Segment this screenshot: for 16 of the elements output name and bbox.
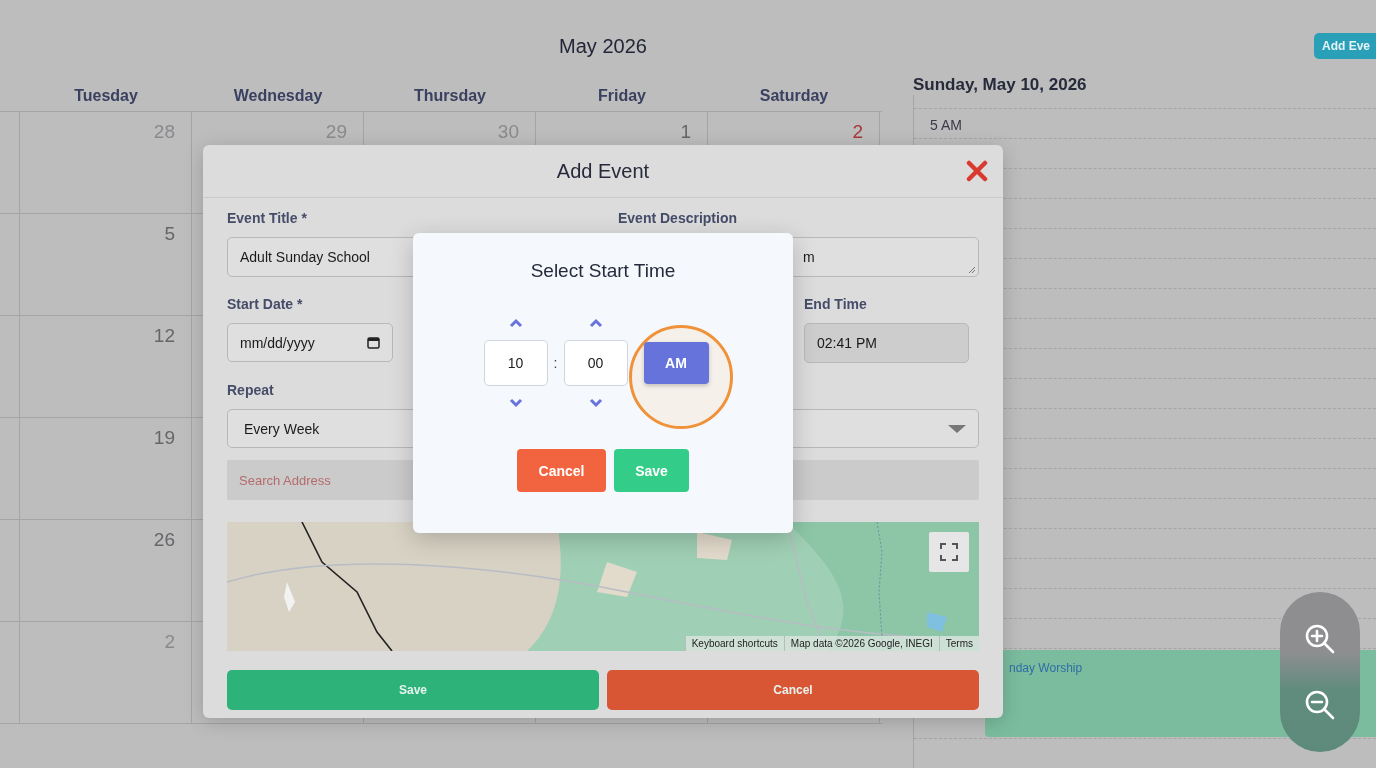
weekday-header: Friday — [598, 86, 646, 105]
time-label: 5 AM — [930, 117, 962, 133]
field-label: Start Date * — [227, 296, 304, 314]
day-title: Sunday, May 10, 2026 — [913, 75, 1088, 95]
field-label: End Time — [804, 296, 868, 314]
weekday-header: Tuesday — [74, 86, 138, 105]
weekday-header: Wednesday — [233, 86, 323, 105]
time-separator: : — [552, 355, 559, 371]
end-time-field: 02:41 PM — [804, 323, 969, 363]
field-label: Event Title * — [227, 210, 308, 228]
field-label: Repeat — [227, 382, 275, 400]
weekday-header: Saturday — [759, 86, 829, 105]
dialog-title: Add Event — [556, 159, 650, 183]
weekday-header: Thursday — [414, 86, 486, 105]
month-title: May 2026 — [559, 34, 647, 58]
field-label: Event Description — [618, 210, 739, 228]
